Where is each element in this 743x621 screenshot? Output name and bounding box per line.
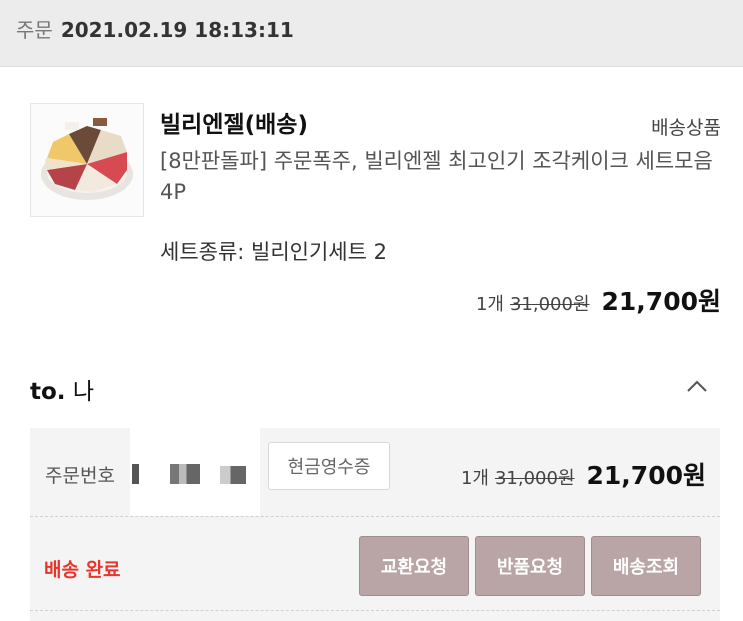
delivery-status: 배송 완료	[44, 559, 121, 581]
product-quantity: 1개	[475, 294, 504, 315]
product-option: 세트종류: 빌리인기세트 2	[160, 240, 387, 264]
recipient-label: to. 나	[30, 372, 94, 406]
product-final-price: 21,700원	[601, 287, 721, 316]
order-original-price: 31,000원	[494, 468, 575, 489]
order-number-masked	[130, 428, 260, 516]
order-date-bar: 주문 2021.02.19 18:13:11	[0, 0, 743, 67]
product-thumbnail[interactable]	[30, 103, 144, 217]
order-number-label: 주문번호	[45, 465, 115, 487]
order-price-row: 1개 31,000원 21,700원	[461, 456, 706, 492]
order-number-row: 주문번호 현금영수증 1개 31,000원 21,700원	[30, 428, 720, 517]
order-panel: 주문번호 현금영수증 1개 31,000원 21,700원 배송 완료 교환요청…	[30, 428, 720, 621]
return-request-button[interactable]: 반품요청	[475, 536, 585, 596]
shipping-type: 배송상품	[651, 117, 721, 139]
track-delivery-button[interactable]: 배송조회	[591, 536, 701, 596]
cash-receipt-button[interactable]: 현금영수증	[268, 442, 390, 490]
order-date-label: 주문	[16, 18, 53, 42]
recipient-prefix: to.	[30, 379, 66, 405]
order-datetime: 2021.02.19 18:13:11	[60, 18, 294, 42]
cake-image	[31, 104, 143, 216]
order-date: 주문 2021.02.19 18:13:11	[16, 14, 294, 43]
exchange-request-button[interactable]: 교환요청	[359, 536, 469, 596]
recipient-name: 나	[72, 379, 95, 405]
store-name[interactable]: 빌리엔젤(배송)	[160, 105, 308, 139]
bottom-divider	[30, 610, 720, 611]
product-price-row: 1개 31,000원 21,700원	[476, 282, 721, 316]
product-original-price: 31,000원	[509, 294, 590, 315]
order-quantity: 1개	[460, 468, 489, 489]
chevron-up-icon[interactable]	[685, 378, 709, 394]
order-final-price: 21,700원	[586, 461, 706, 490]
product-name[interactable]: [8만판돌파] 주문폭주, 빌리엔젤 최고인기 조각케이크 세트모음 4P	[160, 146, 725, 208]
